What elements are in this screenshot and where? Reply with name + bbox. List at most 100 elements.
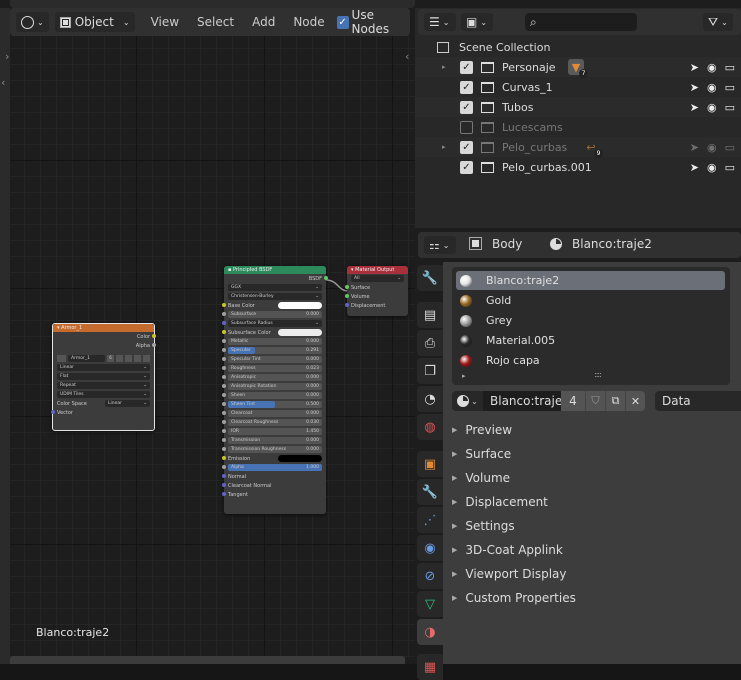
bsdf-input-row[interactable]: Sheen 0.000: [222, 391, 326, 400]
selectable-icon[interactable]: ➤: [690, 141, 699, 154]
eye-icon[interactable]: ◉: [707, 81, 717, 94]
collection-row[interactable]: ✓ Tubos ➤ ◉ ▭: [415, 97, 741, 117]
tab-output[interactable]: ⎙: [417, 330, 443, 356]
panel-viewport-display[interactable]: ▶ Viewport Display: [452, 567, 567, 581]
duplicate-icon[interactable]: [125, 355, 132, 362]
expand-list-icon[interactable]: ▸: [462, 372, 466, 380]
browse-material-button[interactable]: ⌄: [452, 391, 483, 411]
input-slider[interactable]: Subsurface 0.000: [228, 311, 322, 318]
target-dropdown[interactable]: All ⌄: [347, 274, 408, 283]
input-socket[interactable]: [222, 420, 226, 424]
tab-object[interactable]: ▣: [417, 451, 443, 477]
color-space-row[interactable]: Color Space Linear ⌄: [53, 399, 154, 408]
tab-data[interactable]: ▽: [417, 591, 443, 617]
bsdf-input-row[interactable]: Anisotropic Rotation 0.000: [222, 382, 326, 391]
collection-row[interactable]: ✓ Pelo_curbas.001 ➤ ◉ ▭: [415, 157, 741, 177]
menu-view[interactable]: View: [145, 15, 185, 29]
close-icon[interactable]: [143, 355, 150, 362]
node-header[interactable]: ▾ Armor_1: [53, 324, 154, 332]
input-socket[interactable]: [222, 303, 226, 307]
editor-type-button[interactable]: ⚏ ⌄: [424, 236, 456, 254]
node-header[interactable]: ▪ Principled BSDF: [224, 266, 326, 274]
node-header[interactable]: ▾ Material Output: [347, 266, 408, 274]
input-slider[interactable]: Specular 0.291: [228, 347, 322, 354]
monitor-icon[interactable]: ▭: [725, 101, 735, 114]
input-socket[interactable]: [222, 312, 226, 316]
bsdf-input-row[interactable]: Specular 0.291: [222, 346, 326, 355]
image-browse-icon[interactable]: [57, 355, 66, 362]
input-slider[interactable]: Anisotropic Rotation 0.000: [228, 383, 322, 390]
bsdf-input-row[interactable]: Roughness 0.023: [222, 364, 326, 373]
search-input[interactable]: ⌕: [525, 13, 637, 31]
input-slider[interactable]: Sheen 0.000: [228, 392, 322, 399]
interpolation-dropdown[interactable]: Linear ⌄: [53, 363, 154, 372]
bsdf-input-row[interactable]: Metallic 0.000: [222, 337, 326, 346]
input-socket[interactable]: [222, 384, 226, 388]
input-slider[interactable]: Clearcoat Roughness 0.030: [228, 419, 322, 426]
bsdf-input-row[interactable]: Transmission 0.000: [222, 436, 326, 445]
input-socket[interactable]: [222, 357, 226, 361]
tab-texture[interactable]: ▦: [417, 654, 443, 680]
material-name-field[interactable]: Blanco:traje2: [483, 391, 570, 411]
collection-row[interactable]: ✓ Curvas_1 ➤ ◉ ▭: [415, 77, 741, 97]
editor-type-button[interactable]: ☰ ⌄: [424, 13, 456, 31]
panel-settings[interactable]: ▶ Settings: [452, 519, 515, 533]
expand-sidebar-icon[interactable]: ‹: [405, 50, 409, 63]
selectable-icon[interactable]: ➤: [690, 61, 699, 74]
panel-volume[interactable]: ▶ Volume: [452, 471, 510, 485]
bsdf-input-row[interactable]: Clearcoat 0.000: [222, 409, 326, 418]
input-socket[interactable]: [222, 438, 226, 442]
node-image-texture[interactable]: ▾ Armor_1 Color Alpha Armor_1 6 Linear ⌄ …: [51, 323, 156, 431]
bsdf-input-row[interactable]: Base Color: [222, 301, 326, 310]
panel-preview[interactable]: ▶ Preview: [452, 423, 512, 437]
extension-dropdown[interactable]: Repeat ⌄: [53, 381, 154, 390]
input-socket[interactable]: [222, 456, 226, 460]
list-resize-handle[interactable]: ::::: [594, 370, 602, 379]
input-slider[interactable]: Metallic 0.000: [228, 338, 322, 345]
user-count-button[interactable]: 4: [561, 391, 585, 411]
material-slot[interactable]: Blanco:traje2: [456, 271, 725, 290]
tab-render[interactable]: ▤: [417, 302, 443, 328]
input-socket[interactable]: [222, 465, 226, 469]
input-slider[interactable]: Clearcoat 0.000: [228, 410, 322, 417]
tab-constraints[interactable]: ⊘: [417, 563, 443, 589]
input-socket[interactable]: [222, 321, 226, 325]
collection-row[interactable]: ▸ ✓ Personaje ▼ 7 ➤ ◉ ▭: [415, 57, 741, 78]
input-socket[interactable]: [222, 375, 226, 379]
material-slot[interactable]: Material.005: [456, 331, 725, 350]
expand-arrow-icon[interactable]: ▸: [442, 63, 452, 71]
input-slider[interactable]: Transmission Roughness 0.000: [228, 446, 322, 453]
funnel-icon[interactable]: ▼ 7: [568, 59, 588, 78]
menu-add[interactable]: Add: [246, 15, 281, 29]
distribution-dropdown[interactable]: GGX ⌄: [224, 283, 326, 292]
input-socket[interactable]: [222, 339, 226, 343]
scene-collection-row[interactable]: Scene Collection: [415, 37, 741, 57]
panel-displacement[interactable]: ▶ Displacement: [452, 495, 548, 509]
input-socket[interactable]: [222, 348, 226, 352]
input-socket[interactable]: [222, 483, 226, 487]
exclude-checkbox[interactable]: ✓: [460, 80, 473, 94]
selectable-icon[interactable]: ➤: [690, 161, 699, 174]
horizontal-scrollbar[interactable]: [10, 656, 405, 664]
tab-view-layer[interactable]: ❐: [417, 358, 443, 384]
bsdf-input-row[interactable]: Tangent: [222, 490, 326, 499]
exclude-checkbox[interactable]: ✓: [460, 60, 473, 74]
material-slot[interactable]: Rojo capa: [456, 351, 725, 370]
input-slider[interactable]: Anisotropic 0.000: [228, 374, 322, 381]
bsdf-input-row[interactable]: Emission: [222, 454, 326, 463]
image-selector[interactable]: Armor_1 6: [53, 354, 154, 363]
tab-scene[interactable]: ◔: [417, 386, 443, 412]
color-swatch[interactable]: [278, 302, 322, 309]
input-dropdown[interactable]: Subsurface Radius ⌄: [228, 320, 322, 327]
exclude-checkbox[interactable]: ✓: [460, 100, 473, 114]
exclude-checkbox[interactable]: ✓: [460, 140, 473, 154]
material-slot[interactable]: Grey: [456, 311, 725, 330]
panel-surface[interactable]: ▶ Surface: [452, 447, 511, 461]
tab-tool[interactable]: 🔧: [417, 265, 443, 291]
unlink-material-button[interactable]: ✕: [625, 391, 645, 411]
collapse-left-icon[interactable]: ‹: [1, 76, 5, 89]
selectable-icon[interactable]: ➤: [690, 101, 699, 114]
selectable-icon[interactable]: ➤: [690, 81, 699, 94]
node-material-output[interactable]: ▾ Material Output All ⌄ Surface Volume Di…: [345, 266, 408, 316]
input-socket[interactable]: [222, 411, 226, 415]
